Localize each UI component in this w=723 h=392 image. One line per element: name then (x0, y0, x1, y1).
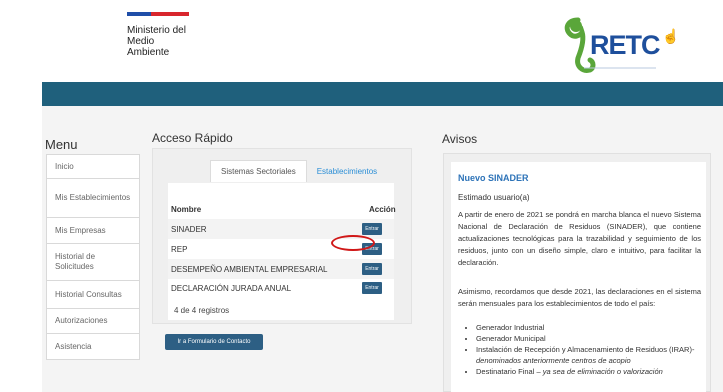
table-row: DESEMPEÑO AMBIENTAL EMPRESARIAL Entrar (168, 259, 394, 279)
enter-button[interactable]: Entrar (362, 282, 382, 294)
page-header: Ministerio del Medio Ambiente RETC ☝ (0, 0, 723, 82)
menu-item-inicio[interactable]: Inicio (46, 154, 140, 179)
list-item-note: denominados anteriormente centros de aco… (476, 356, 631, 365)
acceso-rapido-title: Acceso Rápido (152, 131, 233, 145)
table-row: DECLARACIÓN JURADA ANUAL Entrar (168, 278, 394, 298)
notice-greeting: Estimado usuario(a) (458, 193, 530, 202)
notice-heading: Nuevo SINADER (458, 173, 529, 183)
enter-button[interactable]: Entrar (362, 263, 382, 275)
retc-logo-text: RETC (590, 30, 660, 60)
avisos-title: Avisos (442, 132, 478, 146)
notice-bullet-list: Generador Industrial Generador Municipal… (466, 322, 716, 377)
acceso-tabs: Sistemas Sectoriales Establecimientos (210, 160, 387, 182)
list-item: Instalación de Recepción y Almacenamient… (476, 344, 716, 366)
menu-item-mis-establecimientos[interactable]: Mis Establecimientos (46, 178, 140, 218)
notice-paragraph-2: Asimismo, recordamos que desde 2021, las… (458, 287, 701, 308)
list-item: Destinatario Final – ya sea de eliminaci… (476, 366, 716, 377)
menu-item-asistencia[interactable]: Asistencia (46, 333, 140, 360)
row-name: SINADER (171, 224, 207, 234)
menu-item-historial-solicitudes[interactable]: Historial de Solicitudes (46, 243, 140, 281)
tab-establecimientos[interactable]: Establecimientos (307, 160, 387, 182)
side-menu: Inicio Mis Establecimientos Mis Empresas… (46, 154, 140, 360)
list-item-note: ya sea de eliminación o valorización (542, 367, 663, 376)
list-item-text: Destinatario Final – (476, 367, 541, 376)
menu-item-mis-empresas[interactable]: Mis Empresas (46, 217, 140, 244)
column-header-accion: Acción (369, 205, 396, 214)
enter-button[interactable]: Entrar (362, 223, 382, 235)
record-count: 4 de 4 registros (174, 306, 230, 315)
menu-item-autorizaciones[interactable]: Autorizaciones (46, 308, 140, 334)
list-item: Generador Industrial (476, 322, 716, 333)
tab-sistemas-sectoriales[interactable]: Sistemas Sectoriales (210, 160, 307, 182)
row-name: DECLARACIÓN JURADA ANUAL (171, 283, 292, 293)
list-item-text: Instalación de Recepción y Almacenamient… (476, 345, 695, 354)
ministry-logo-text: Ministerio del Medio Ambiente (127, 25, 186, 58)
chile-flag-stripe-icon (127, 12, 189, 16)
column-header-nombre: Nombre (171, 205, 202, 214)
top-banner-bar (42, 82, 723, 106)
menu-title: Menu (45, 137, 78, 152)
notice-paragraph-1: A partir de enero de 2021 se pondrá en m… (458, 210, 701, 267)
row-name: DESEMPEÑO AMBIENTAL EMPRESARIAL (171, 264, 328, 274)
highlight-circle (331, 235, 375, 251)
menu-item-historial-consultas[interactable]: Historial Consultas (46, 280, 140, 309)
pointer-cursor-icon: ☝ (662, 28, 680, 44)
contact-form-button[interactable]: Ir a Formulario de Contacto (165, 334, 263, 350)
list-item: Generador Municipal (476, 333, 716, 344)
